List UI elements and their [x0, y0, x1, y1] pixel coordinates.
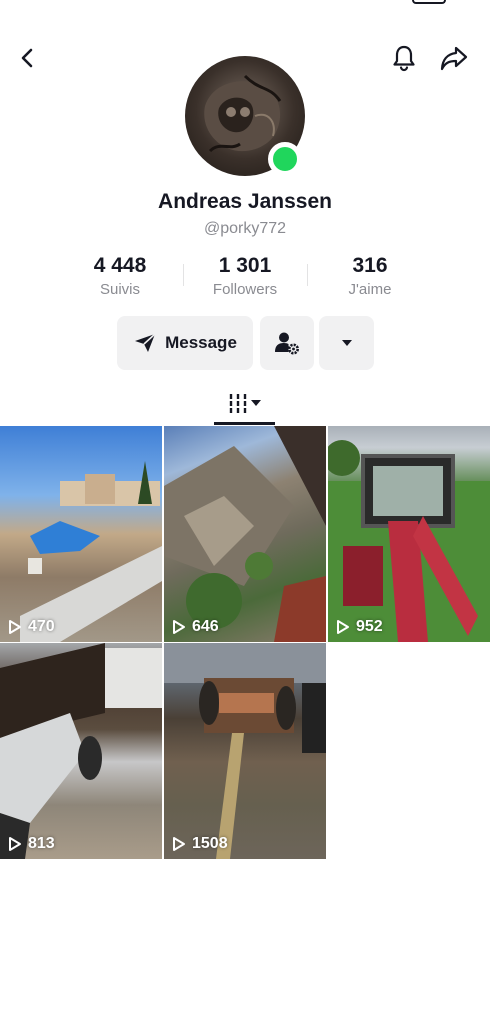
play-icon: [9, 837, 21, 851]
stat-followers-label: Followers: [212, 281, 278, 298]
play-icon: [9, 620, 21, 634]
person-gear-icon: [275, 332, 299, 355]
more-options-button[interactable]: [319, 316, 374, 370]
stat-following-label: Suivis: [99, 281, 140, 298]
follow-settings-button[interactable]: [260, 316, 314, 370]
view-count-value: 1508: [192, 835, 228, 852]
tab-videos-grid[interactable]: [214, 384, 276, 424]
share-button[interactable]: [434, 38, 474, 78]
video-thumbnail[interactable]: 1508: [164, 643, 326, 859]
message-button[interactable]: Message: [117, 316, 253, 370]
video-thumbnail[interactable]: 470: [0, 426, 162, 642]
tab-active-indicator: [214, 422, 275, 425]
stat-following[interactable]: 4 448 Suivis: [55, 254, 185, 298]
status-bar: [0, 0, 490, 8]
stat-followers[interactable]: 1 301 Followers: [180, 254, 310, 298]
profile-display-name: Andreas Janssen: [158, 190, 332, 213]
play-icon: [173, 837, 185, 851]
view-count: 813: [8, 835, 55, 853]
view-count-value: 470: [28, 618, 55, 635]
video-thumbnail-image: [20, 461, 162, 642]
video-thumbnail-image: [164, 643, 326, 859]
stat-followers-value: 1 301: [218, 254, 272, 277]
stat-likes-value: 316: [352, 254, 388, 277]
video-thumbnail-image: [328, 440, 490, 642]
view-count-value: 952: [356, 618, 383, 635]
view-count: 646: [172, 618, 219, 636]
view-count-value: 646: [192, 618, 219, 635]
video-grid-icon: [229, 394, 261, 414]
view-count: 1508: [172, 835, 228, 853]
back-button[interactable]: [8, 38, 48, 78]
view-count-value: 813: [28, 835, 55, 852]
stat-likes-label: J'aime: [348, 281, 392, 298]
send-icon: [135, 333, 156, 352]
notifications-button[interactable]: [384, 38, 424, 78]
video-thumbnail-image: [0, 643, 162, 859]
profile-handle: @porky772: [203, 220, 287, 237]
view-count: 952: [336, 618, 383, 636]
message-button-label: Message: [165, 333, 237, 352]
play-icon: [173, 620, 185, 634]
stat-following-value: 4 448: [93, 254, 147, 277]
chevron-left-icon: [21, 48, 33, 68]
video-thumbnail-image: [164, 426, 326, 642]
stat-likes[interactable]: 316 J'aime: [305, 254, 435, 298]
video-thumbnail[interactable]: 813: [0, 643, 162, 859]
view-count: 470: [8, 618, 55, 636]
share-arrow-icon: [440, 46, 468, 71]
caret-down-icon: [341, 340, 352, 346]
battery-icon: [412, 0, 446, 4]
online-status-indicator: [268, 142, 302, 176]
video-thumbnail[interactable]: 646: [164, 426, 326, 642]
play-icon: [337, 620, 349, 634]
bell-icon: [393, 45, 415, 72]
video-thumbnail[interactable]: 952: [328, 426, 490, 642]
